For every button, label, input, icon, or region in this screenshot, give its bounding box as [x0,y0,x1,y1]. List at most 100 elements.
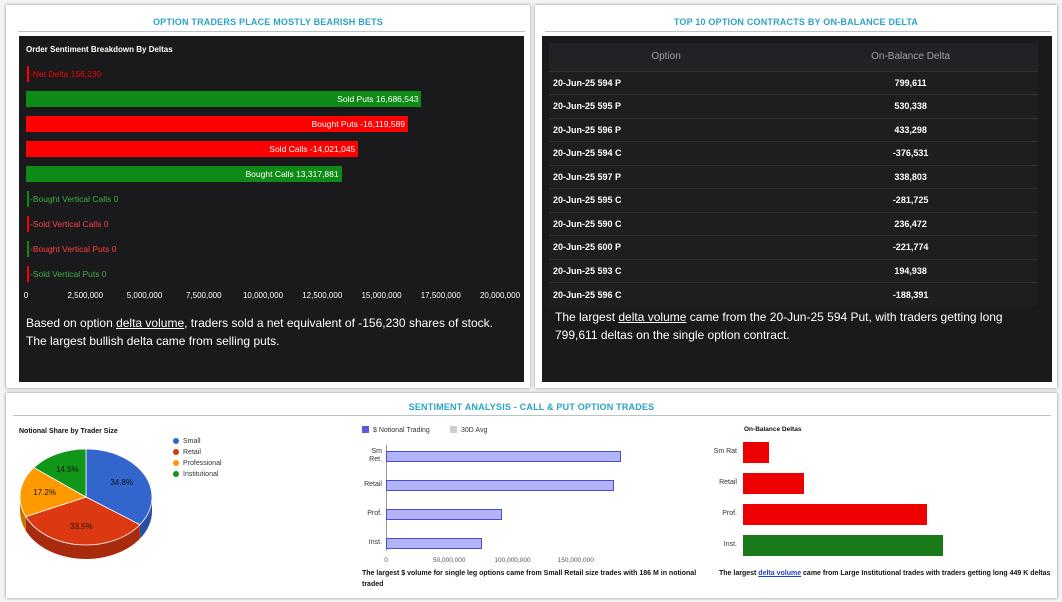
sentiment-bar[interactable]: Bought Calls 13,317,881 [26,166,342,182]
bar-label: Sold Puts 16,686,543 [337,94,419,104]
bar-legend-avg[interactable]: 30D Avg [450,426,487,434]
top10-panel: TOP 10 OPTION CONTRACTS BY ON-BALANCE DE… [535,5,1057,388]
x-tick-label: 17,500,000 [420,291,461,300]
category-label: Retail [719,479,737,486]
legend-dot-icon [173,471,179,477]
table-row[interactable]: 20-Jun-25 595 P 530,338 [549,94,1038,118]
notional-bar[interactable] [386,451,622,462]
x-tick-label: 7,500,000 [185,291,222,300]
legend-dot-icon [173,438,179,444]
ob-title: On-Balance Deltas [744,426,802,433]
delta-volume-link[interactable]: delta volume [618,310,686,324]
bar-zero-tick [27,66,29,82]
pie-title: Notional Share by Trader Size [19,428,118,435]
x-tick-label: 20,000,000 [479,291,521,300]
bar-label: Sold Calls -14,021,045 [269,144,356,154]
legend-label: Retail [183,449,201,456]
table-row[interactable]: 20-Jun-25 590 C 236,472 [549,211,1038,236]
table-row[interactable]: 20-Jun-25 600 P -221,774 [549,235,1038,259]
category-label: Inst. [723,541,737,548]
option-cell: 20-Jun-25 594 P [549,70,784,95]
delta-cell: 338,803 [783,164,1038,189]
x-tick-label: 100,000,000 [494,557,531,564]
table-row[interactable]: 20-Jun-25 596 P 433,298 [549,117,1038,142]
pie-slice-label: 17.2% [33,488,57,498]
delta-cell: -281,725 [783,188,1038,212]
sentiment-chart-area: Order Sentiment Breakdown By Deltas -Net… [19,36,524,382]
notional-caption: The largest $ volume for single leg opti… [362,570,697,588]
bar-legend-notional[interactable]: $ Notional Trading [362,426,430,434]
delta-volume-link[interactable]: delta volume [116,316,184,330]
delta-cell: 799,611 [783,70,1038,95]
category-label: Sm Ret. [369,448,382,463]
bar-label: -Bought Vertical Calls 0 [30,194,119,204]
x-tick-label: 15,000,000 [361,291,402,300]
table-row[interactable]: 20-Jun-25 597 P 338,803 [549,164,1038,189]
x-tick-label: 5,000,000 [126,291,163,300]
column-header-option[interactable]: Option [549,43,784,71]
pie-slice-label: 34.8% [110,478,134,488]
option-cell: 20-Jun-25 590 C [549,211,784,236]
column-header-delta[interactable]: On-Balance Delta [783,43,1038,71]
legend-label: Institutional [183,471,219,478]
option-cell: 20-Jun-25 595 P [549,94,784,118]
pie-legend-item[interactable]: Small [173,438,201,445]
bar-zero-tick [27,241,29,257]
panel-title: TOP 10 OPTION CONTRACTS BY ON-BALANCE DE… [673,17,919,27]
bar-label: -Sold Vertical Calls 0 [30,219,109,229]
delta-cell: 433,298 [783,117,1038,142]
top10-summary: The largest delta volume came from the 2… [555,310,1003,342]
notional-bar[interactable] [386,538,483,549]
option-cell: 20-Jun-25 597 P [549,164,784,189]
table-row[interactable]: 20-Jun-25 596 C -188,391 [549,282,1038,306]
on-balance-bar[interactable] [743,535,943,556]
bar-label: Bought Calls 13,317,881 [245,169,339,179]
category-label: Prof. [722,510,737,517]
table-row[interactable]: 20-Jun-25 593 C 194,938 [549,258,1038,283]
table-row[interactable]: 20-Jun-25 594 P 799,611 [549,70,1038,95]
chart-title: Order Sentiment Breakdown By Deltas [26,45,173,54]
top10-table: Option On-Balance Delta 20-Jun-25 594 P7… [549,43,1038,306]
delta-cell: 236,472 [783,211,1038,236]
panel-title: SENTIMENT ANALYSIS - CALL & PUT OPTION T… [408,402,655,412]
bar-label: -Sold Vertical Puts 0 [30,269,107,279]
sentiment-bar[interactable]: Sold Calls -14,021,045 [26,141,359,157]
panel-title: OPTION TRADERS PLACE MOSTLY BEARISH BETS [152,17,384,27]
x-tick-label: 2,500,000 [67,291,104,300]
bar-zero-tick [27,266,29,282]
category-label: Sm Rat [713,448,737,455]
on-balance-bar[interactable] [743,442,770,463]
legend-label: Professional [183,460,222,467]
category-label: Retail [364,481,382,488]
sentiment-summary: Based on option delta volume, traders so… [26,316,493,348]
pie-slice-label: 33.5% [70,521,93,531]
legend-label: Small [183,438,201,445]
dashboard: OPTION TRADERS PLACE MOSTLY BEARISH BETS… [0,0,1062,602]
bar-zero-tick [27,191,29,207]
pie-slice-label: 14.5% [55,465,79,475]
table-row[interactable]: 20-Jun-25 595 C -281,725 [549,188,1038,212]
notional-bar[interactable] [386,480,614,491]
pie-legend-item[interactable]: Institutional [173,471,218,478]
x-tick-label: 10,000,000 [242,291,284,300]
delta-cell: -188,391 [783,282,1038,306]
table-row[interactable]: 20-Jun-25 594 C -376,531 [549,141,1038,165]
pie-chart [19,448,153,559]
bar-label: -Net Delta 156,230 [30,69,102,79]
sentiment-bar[interactable]: Sold Puts 16,686,543 [26,91,422,107]
bar-label: Bought Puts -16,119,589 [311,119,406,129]
x-tick-label: 150,000,000 [557,557,594,564]
x-tick-label: 50,000,000 [432,557,466,564]
legend-dot-icon [173,449,179,455]
x-tick-label: 0 [384,557,388,564]
pie-legend-item[interactable]: Professional [173,460,222,467]
sentiment-panel: OPTION TRADERS PLACE MOSTLY BEARISH BETS… [6,5,530,388]
trade-sentiment-panel: SENTIMENT ANALYSIS - CALL & PUT OPTION T… [6,393,1057,598]
on-balance-bar[interactable] [743,473,804,494]
sentiment-bar[interactable]: Bought Puts -16,119,589 [26,116,409,132]
notional-bar[interactable] [386,509,503,520]
on-balance-bar[interactable] [743,504,927,525]
delta-volume-link[interactable]: delta volume [758,570,801,577]
pie-legend-item[interactable]: Retail [173,449,201,456]
option-cell: 20-Jun-25 600 P [549,235,784,259]
